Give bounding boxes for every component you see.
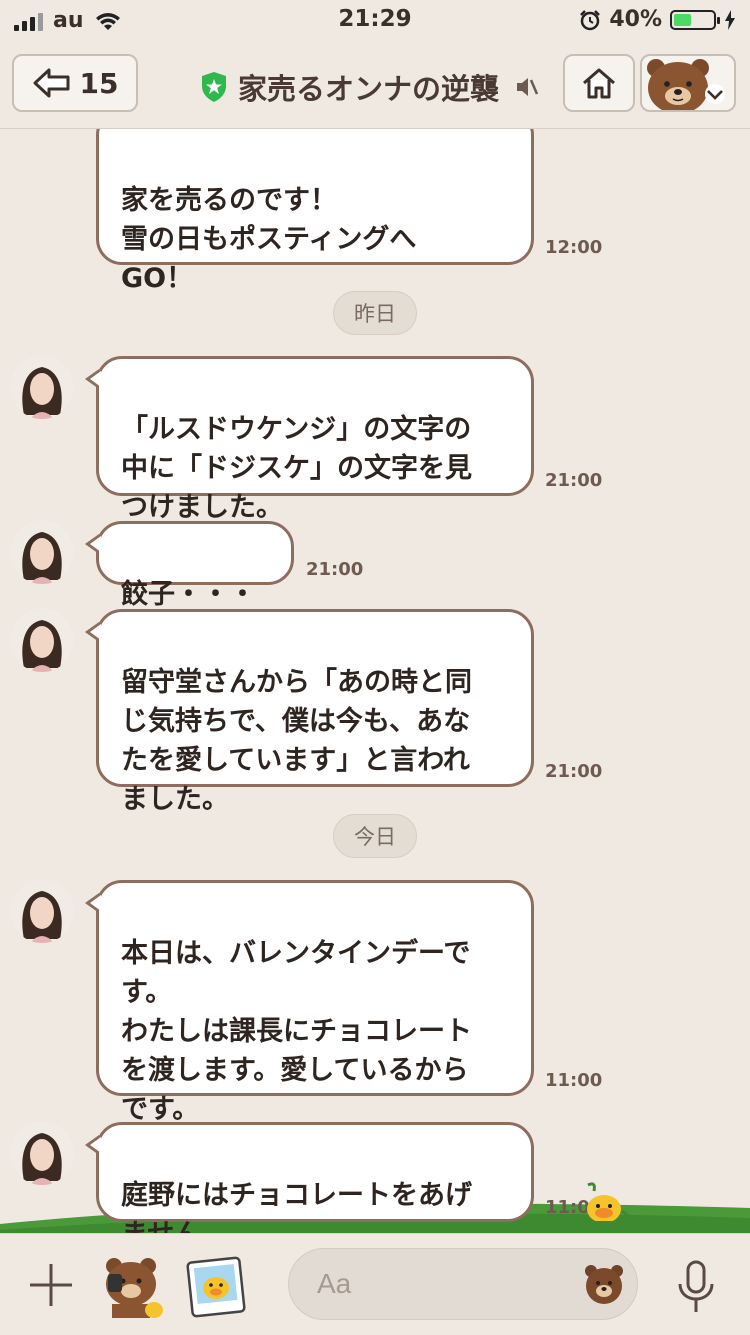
- chat-title-area[interactable]: 家売るオンナの逆襲: [200, 66, 539, 108]
- mute-icon: [517, 78, 539, 96]
- shield-star-icon: [202, 72, 226, 102]
- message-bubble[interactable]: 庭野にはチョコレートをあげ ません。: [85, 1122, 534, 1233]
- chat-area[interactable]: 家を売るのです！ 雪の日もポスティングへ GO！ 12:00 昨日 「ルスドウケ…: [0, 129, 750, 1233]
- date-separator: 昨日: [333, 291, 417, 335]
- chick-sticker-icon: [587, 1182, 631, 1221]
- message-text: 家を売るのです！ 雪の日もポスティングへ GO！: [121, 185, 417, 294]
- message-time: 21:00: [545, 470, 603, 491]
- message-time: 11:00: [545, 1070, 603, 1091]
- message-text: 留守堂さんから「あの時と同 じ気持ちで、僕は今も、あな たを愛しています」と言わ…: [121, 667, 472, 815]
- message-bubble[interactable]: 家を売るのです！ 雪の日もポスティングへ GO！: [96, 129, 534, 294]
- avatar[interactable]: [10, 608, 74, 672]
- date-separator: 今日: [333, 814, 417, 858]
- chat-header: 15 家売るオンナの逆襲: [0, 40, 750, 129]
- alarm-icon: [580, 9, 601, 30]
- battery-icon: [670, 9, 720, 30]
- avatar[interactable]: [10, 879, 74, 943]
- chick-photo-icon[interactable]: [186, 1256, 246, 1318]
- home-icon: [583, 68, 615, 99]
- microphone-icon[interactable]: [674, 1260, 718, 1314]
- input-placeholder: Aa: [317, 1268, 352, 1299]
- home-button[interactable]: [563, 54, 635, 112]
- battery-percent: 40%: [609, 7, 662, 32]
- chevron-down-icon: [705, 84, 725, 104]
- avatar[interactable]: [10, 1121, 74, 1185]
- plus-icon[interactable]: [28, 1262, 74, 1308]
- avatar-woman-icon: [10, 355, 74, 419]
- back-button[interactable]: 15: [12, 54, 138, 112]
- chat-title: 家売るオンナの逆襲: [238, 72, 500, 106]
- chat-menu-button[interactable]: [640, 54, 736, 112]
- message-bubble[interactable]: 本日は、バレンタインデーで す。 わたしは課長にチョコレート を渡します。愛して…: [85, 880, 534, 1125]
- avatar-woman-icon: [10, 1121, 74, 1185]
- avatar[interactable]: [10, 520, 74, 584]
- avatar-woman-icon: [10, 879, 74, 943]
- message-time: 21:00: [306, 559, 364, 580]
- message-bubble[interactable]: 餃子・・・: [85, 521, 294, 610]
- message-bubble[interactable]: 留守堂さんから「あの時と同 じ気持ちで、僕は今も、あな たを愛しています」と言わ…: [85, 609, 534, 815]
- message-time: 21:00: [545, 761, 603, 782]
- charging-bolt-icon: [725, 9, 735, 30]
- message-text: 本日は、バレンタインデーで す。 わたしは課長にチョコレート を渡します。愛して…: [121, 938, 472, 1125]
- avatar[interactable]: [10, 355, 74, 419]
- avatar-woman-icon: [10, 608, 74, 672]
- message-time: 12:00: [545, 237, 603, 258]
- message-bubble[interactable]: 「ルスドウケンジ」の文字の 中に「ドジスケ」の文字を見 つけました。: [85, 356, 534, 523]
- emoji-bear-icon[interactable]: [581, 1261, 627, 1307]
- bear-sticker-icon[interactable]: [100, 1254, 166, 1320]
- status-bar: au 21:29 40%: [0, 0, 750, 40]
- unread-count: 15: [79, 66, 119, 100]
- back-arrow-icon: [33, 68, 70, 98]
- message-text: 「ルスドウケンジ」の文字の 中に「ドジスケ」の文字を見 つけました。: [121, 414, 472, 523]
- input-bar: Aa: [0, 1233, 750, 1335]
- message-text: 餃子・・・: [121, 579, 256, 610]
- avatar-woman-icon: [10, 520, 74, 584]
- message-input[interactable]: Aa: [288, 1248, 638, 1320]
